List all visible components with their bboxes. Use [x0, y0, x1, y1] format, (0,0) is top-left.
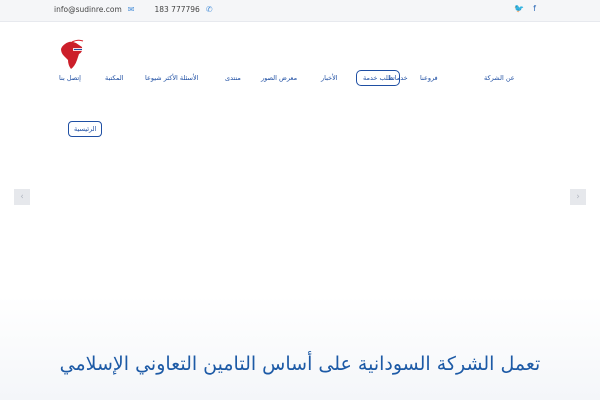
social-links: 🐦 f	[514, 4, 536, 13]
nav-item-gallery[interactable]: معرض الصور	[261, 74, 297, 82]
nav-item-contact[interactable]: إتصل بنا	[59, 74, 81, 82]
slider-prev-button[interactable]: ‹	[14, 189, 30, 205]
facebook-icon[interactable]: f	[533, 4, 536, 13]
company-logo[interactable]	[56, 38, 86, 72]
main-nav: عن الشركة فروعنا خدماتنا طلب خدمة الأخبا…	[0, 70, 600, 88]
nav-item-about[interactable]: عن الشركة	[484, 74, 515, 82]
hero-slider: ‹ › تعمل الشركة السودانية على أساس التام…	[0, 140, 600, 400]
slider-headline: تعمل الشركة السودانية على أساس التامين ا…	[59, 353, 541, 375]
email-link[interactable]: info@sudinre.com	[54, 5, 122, 14]
contact-info: info@sudinre.com ✉ 183 777796 ✆	[54, 5, 213, 14]
nav-item-faq[interactable]: الأسئلة الأكثر شيوعا	[145, 74, 198, 82]
chevron-right-icon: ›	[576, 192, 580, 202]
phone-number[interactable]: 183 777796	[154, 5, 199, 14]
africa-logo-icon	[61, 39, 84, 69]
nav-item-branches[interactable]: فروعنا	[420, 74, 438, 82]
slider-next-button[interactable]: ›	[570, 189, 586, 205]
phone-icon: ✆	[205, 5, 213, 14]
twitter-icon[interactable]: 🐦	[514, 4, 524, 13]
nav-item-forum[interactable]: منتدى	[225, 74, 241, 82]
envelope-icon: ✉	[127, 5, 135, 14]
nav-item-service-request[interactable]: طلب خدمة	[356, 70, 401, 86]
chevron-left-icon: ‹	[20, 192, 24, 202]
top-bar: info@sudinre.com ✉ 183 777796 ✆ 🐦 f	[0, 0, 600, 22]
nav-item-library[interactable]: المكتبة	[105, 74, 124, 82]
nav-item-news[interactable]: الأخبار	[321, 74, 338, 82]
breadcrumb-home[interactable]: الرئيسية	[68, 121, 103, 137]
